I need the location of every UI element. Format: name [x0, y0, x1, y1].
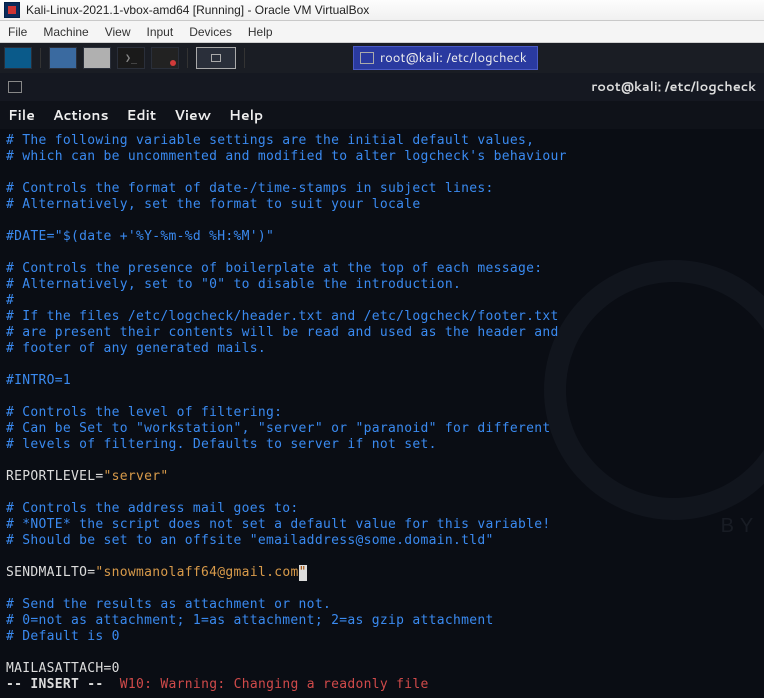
- vbox-menu-file[interactable]: File: [8, 25, 27, 39]
- text-cursor: ": [299, 565, 307, 581]
- cherrytree-icon[interactable]: [151, 47, 179, 69]
- file-manager-icon[interactable]: [49, 47, 77, 69]
- firefox-icon[interactable]: [83, 47, 111, 69]
- term-menu-file[interactable]: File: [8, 105, 35, 125]
- term-menu-view[interactable]: View: [174, 105, 211, 125]
- panel-separator: [40, 48, 41, 68]
- term-menu-actions[interactable]: Actions: [53, 105, 109, 125]
- terminal-menubar: File Actions Edit View Help: [0, 101, 764, 129]
- vbox-titlebar: Kali-Linux-2021.1-vbox-amd64 [Running] -…: [0, 0, 764, 21]
- terminal-icon: [8, 81, 22, 93]
- panel-separator: [187, 48, 188, 68]
- virtualbox-icon: [4, 2, 20, 18]
- terminal-window-title: root@kali: /etc/logcheck: [591, 78, 756, 96]
- term-menu-help[interactable]: Help: [229, 105, 263, 125]
- taskbar-window-label: root@kali: /etc/logcheck: [380, 49, 527, 67]
- terminal-body[interactable]: # The following variable settings are th…: [0, 129, 764, 697]
- vbox-menu-view[interactable]: View: [105, 25, 131, 39]
- panel-separator: [244, 48, 245, 68]
- vbox-window-title: Kali-Linux-2021.1-vbox-amd64 [Running] -…: [26, 3, 369, 17]
- vbox-menu-input[interactable]: Input: [147, 25, 174, 39]
- vbox-menu-devices[interactable]: Devices: [189, 25, 232, 39]
- vbox-menu-help[interactable]: Help: [248, 25, 273, 39]
- vbox-menubar: File Machine View Input Devices Help: [0, 21, 764, 43]
- terminal-titlebar: root@kali: /etc/logcheck: [0, 73, 764, 101]
- workspace-1-button[interactable]: [196, 47, 236, 69]
- window-thumb-icon: [211, 54, 221, 62]
- term-menu-edit[interactable]: Edit: [127, 105, 157, 125]
- terminal-launcher-icon[interactable]: ❯_: [117, 47, 145, 69]
- kali-menu-icon[interactable]: [4, 47, 32, 69]
- kali-top-panel: ❯_ root@kali: /etc/logcheck: [0, 43, 764, 73]
- vbox-menu-machine[interactable]: Machine: [43, 25, 88, 39]
- terminal-icon: [360, 52, 374, 64]
- taskbar-active-window[interactable]: root@kali: /etc/logcheck: [353, 46, 538, 70]
